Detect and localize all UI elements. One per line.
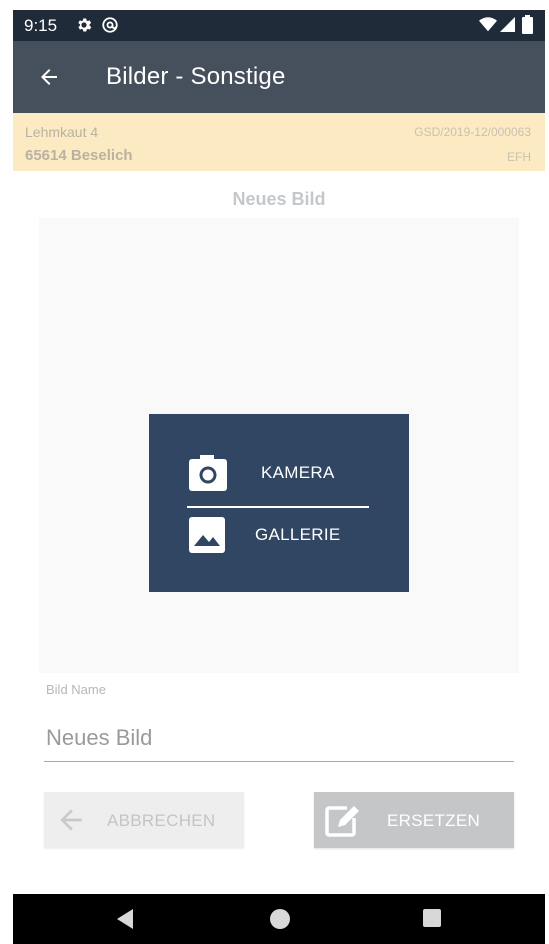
replace-button[interactable]: ERSETZEN [314, 792, 514, 848]
cancel-button[interactable]: ABBRECHEN [44, 792, 244, 848]
page-title: Bilder - Sonstige [106, 63, 286, 90]
at-sign-icon [101, 16, 119, 39]
gallery-option[interactable]: GALLERIE [149, 509, 409, 569]
camera-icon [189, 455, 227, 496]
address-info-bar: Lehmkaut 4 65614 Beselich GSD/2019-12/00… [13, 113, 545, 171]
arrow-left-icon [55, 804, 87, 841]
edit-icon [325, 803, 359, 842]
building-type: EFH [507, 150, 531, 164]
picker-divider [187, 506, 369, 508]
battery-icon [522, 15, 533, 39]
replace-button-label: ERSETZEN [387, 811, 481, 830]
settings-gear-icon [75, 16, 93, 39]
reference-number: GSD/2019-12/000063 [414, 125, 531, 139]
recents-square-icon[interactable] [422, 908, 442, 933]
address-city: 65614 Beselich [25, 147, 133, 164]
signal-icon [500, 17, 515, 37]
section-title: Neues Bild [232, 189, 326, 209]
image-icon [189, 517, 225, 558]
back-triangle-icon[interactable] [115, 908, 135, 935]
gallery-option-label: GALLERIE [255, 525, 341, 544]
camera-option[interactable]: KAMERA [149, 447, 409, 507]
wifi-icon [479, 17, 497, 37]
arrow-left-icon[interactable] [37, 65, 61, 94]
cancel-button-label: ABBRECHEN [107, 811, 216, 830]
phone-screen: 9:15 Bilder - Sonstige Lehmkaut 4 65614 … [13, 10, 545, 944]
status-time: 9:15 [24, 16, 58, 35]
image-source-picker: KAMERA GALLERIE [149, 414, 409, 592]
image-name-label: Bild Name [46, 682, 106, 697]
camera-option-label: KAMERA [261, 463, 335, 482]
address-street: Lehmkaut 4 [25, 124, 99, 140]
image-name-input[interactable] [44, 714, 514, 762]
status-bar: 9:15 [13, 10, 545, 41]
system-navigation-bar [13, 894, 545, 944]
home-circle-icon[interactable] [269, 908, 291, 935]
app-bar: Bilder - Sonstige [13, 41, 545, 113]
